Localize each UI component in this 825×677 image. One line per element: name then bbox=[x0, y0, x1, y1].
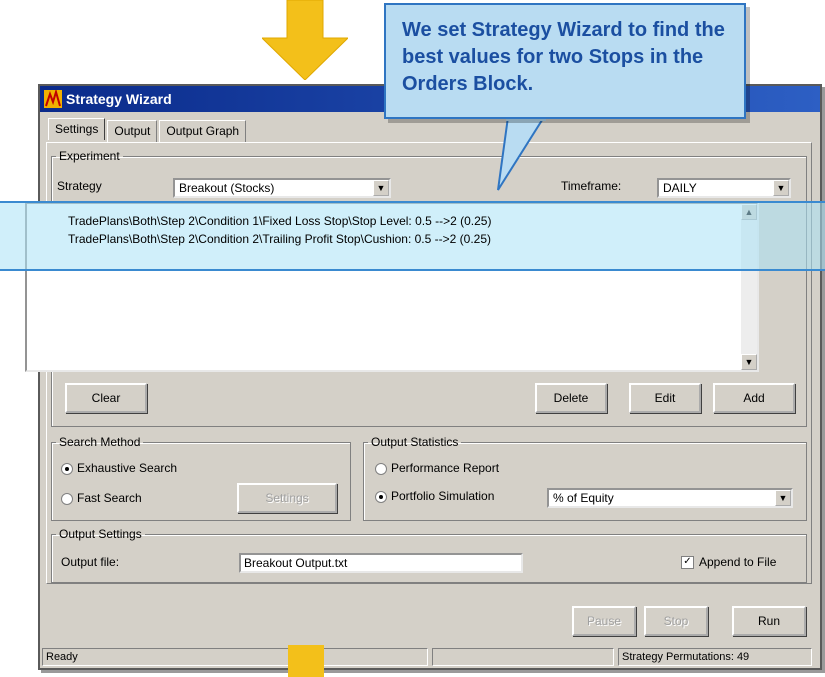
window-title: Strategy Wizard bbox=[66, 91, 172, 107]
stop-button[interactable]: Stop bbox=[644, 606, 708, 636]
permutations-count: Strategy Permutations: 49 bbox=[618, 648, 812, 666]
output-file-input[interactable]: Breakout Output.txt bbox=[239, 553, 523, 573]
portfolio-option-select[interactable]: % of Equity ▼ bbox=[547, 488, 793, 508]
strategy-select[interactable]: Breakout (Stocks) ▼ bbox=[173, 178, 391, 198]
exhaustive-search-label: Exhaustive Search bbox=[77, 461, 178, 475]
down-arrow-stem bbox=[288, 645, 324, 677]
output-settings-legend: Output Settings bbox=[59, 527, 142, 541]
chevron-down-icon[interactable]: ▼ bbox=[775, 490, 791, 506]
edit-button[interactable]: Edit bbox=[629, 383, 701, 413]
clear-button[interactable]: Clear bbox=[65, 383, 147, 413]
tab-output-graph[interactable]: Output Graph bbox=[159, 120, 247, 142]
append-to-file-label: Append to File bbox=[699, 555, 777, 569]
list-item[interactable]: TradePlans\Both\Step 2\Condition 1\Fixed… bbox=[68, 214, 491, 228]
tab-settings[interactable]: Settings bbox=[48, 118, 106, 140]
annotation-callout: We set Strategy Wizard to find the best … bbox=[384, 3, 746, 119]
fast-search-radio[interactable] bbox=[61, 493, 73, 505]
status-bar: Ready Strategy Permutations: 49 bbox=[40, 646, 820, 668]
status-text: Ready bbox=[42, 648, 428, 666]
timeframe-label: Timeframe: bbox=[561, 179, 622, 193]
strategy-label: Strategy bbox=[57, 179, 102, 193]
chevron-down-icon[interactable]: ▼ bbox=[773, 180, 789, 196]
strategy-wizard-window: Strategy Wizard Settings Output Output G… bbox=[38, 84, 822, 670]
chevron-down-icon[interactable]: ▼ bbox=[373, 180, 389, 196]
tab-bar: Settings Output Output Graph bbox=[48, 118, 248, 142]
experiment-legend: Experiment bbox=[59, 149, 120, 163]
app-icon bbox=[44, 90, 62, 108]
timeframe-value: DAILY bbox=[663, 181, 697, 195]
down-arrow-icon bbox=[262, 0, 348, 80]
add-button[interactable]: Add bbox=[713, 383, 795, 413]
portfolio-option-value: % of Equity bbox=[553, 491, 614, 505]
timeframe-select[interactable]: DAILY ▼ bbox=[657, 178, 791, 198]
scroll-down-icon[interactable]: ▼ bbox=[741, 354, 757, 370]
output-statistics-legend: Output Statistics bbox=[371, 435, 459, 449]
tab-output[interactable]: Output bbox=[107, 120, 158, 142]
output-statistics-group: Output Statistics bbox=[363, 435, 807, 521]
performance-report-radio[interactable] bbox=[375, 463, 387, 475]
append-to-file-checkbox[interactable]: ✓ bbox=[681, 556, 694, 569]
output-file-label: Output file: bbox=[61, 555, 120, 569]
performance-report-label: Performance Report bbox=[391, 461, 500, 475]
strategy-value: Breakout (Stocks) bbox=[179, 181, 275, 195]
exhaustive-search-radio[interactable] bbox=[61, 463, 73, 475]
pause-button[interactable]: Pause bbox=[572, 606, 636, 636]
settings-button[interactable]: Settings bbox=[237, 483, 337, 513]
search-method-legend: Search Method bbox=[59, 435, 141, 449]
callout-tail bbox=[497, 117, 546, 191]
list-item[interactable]: TradePlans\Both\Step 2\Condition 2\Trail… bbox=[68, 232, 491, 246]
portfolio-simulation-label: Portfolio Simulation bbox=[391, 489, 495, 503]
portfolio-simulation-radio[interactable] bbox=[375, 491, 387, 503]
callout-text: We set Strategy Wizard to find the best … bbox=[402, 19, 725, 95]
fast-search-label: Fast Search bbox=[77, 491, 142, 505]
delete-button[interactable]: Delete bbox=[535, 383, 607, 413]
run-button[interactable]: Run bbox=[732, 606, 806, 636]
status-empty-cell bbox=[432, 648, 614, 666]
